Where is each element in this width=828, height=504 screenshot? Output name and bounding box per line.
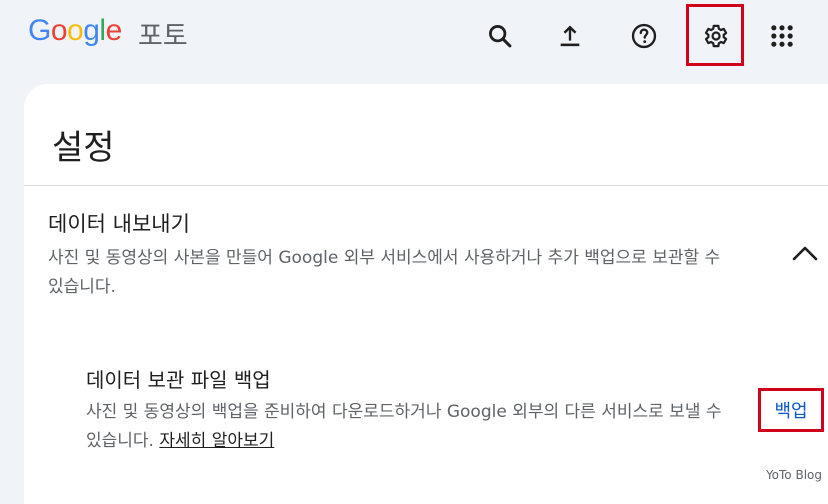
page-title: 설정	[52, 128, 115, 168]
backup-button[interactable]: 백업	[758, 388, 824, 432]
upload-icon	[560, 25, 580, 47]
google-logo[interactable]: Google	[28, 14, 122, 48]
title-divider	[24, 185, 828, 186]
archive-backup-title: 데이터 보관 파일 백업	[86, 368, 271, 392]
apps-grid-icon	[771, 25, 793, 47]
watermark: YoTo Blog	[765, 468, 822, 482]
product-name: 포토	[138, 21, 188, 52]
search-button[interactable]	[480, 16, 520, 56]
settings-highlight-box	[686, 4, 744, 66]
learn-more-link[interactable]: 자세히 알아보기	[159, 431, 274, 451]
search-icon	[489, 25, 512, 48]
help-button[interactable]	[624, 16, 664, 56]
chevron-up-icon[interactable]	[790, 242, 820, 264]
export-section-title: 데이터 내보내기	[48, 212, 190, 236]
help-icon	[631, 23, 657, 49]
archive-backup-description: 사진 및 동영상의 백업을 준비하여 다운로드하거나 Google 외부의 다른…	[86, 398, 736, 456]
export-section-description: 사진 및 동영상의 사본을 만들어 Google 외부 서비스에서 사용하거나 …	[48, 248, 721, 297]
top-app-bar: Google 포토	[0, 0, 828, 76]
settings-panel: 설정 데이터 내보내기 사진 및 동영상의 사본을 만들어 Google 외부 …	[24, 84, 828, 504]
apps-button[interactable]	[762, 16, 802, 56]
upload-button[interactable]	[550, 16, 590, 56]
